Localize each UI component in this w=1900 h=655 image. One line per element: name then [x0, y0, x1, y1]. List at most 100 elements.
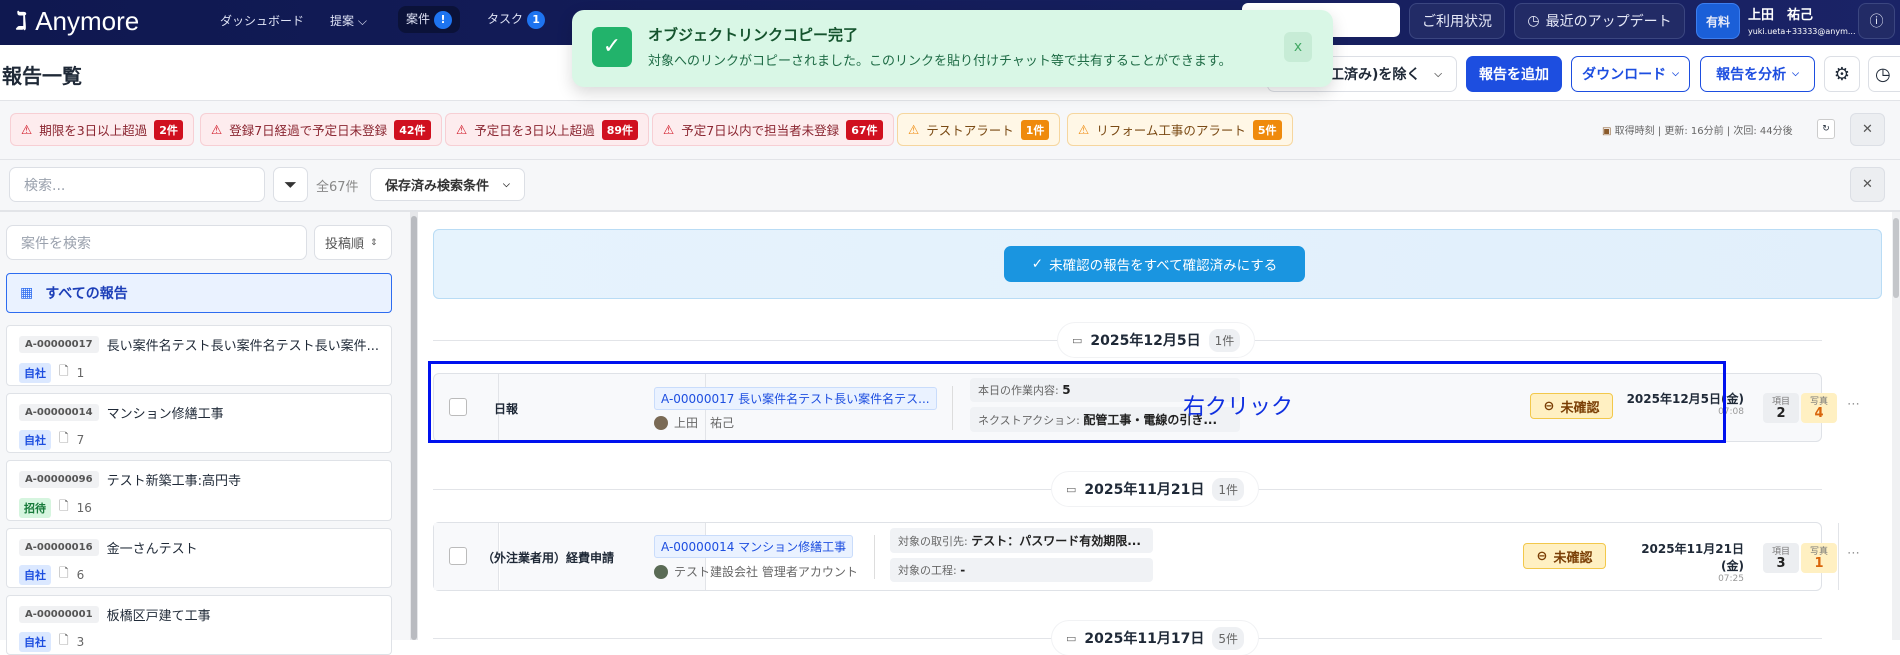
- add-report-button[interactable]: 報告を追加: [1466, 56, 1562, 92]
- close-search-button[interactable]: ✕: [1850, 167, 1885, 202]
- alert-chip[interactable]: ⚠ 予定日を3日以上超過 89件: [445, 113, 649, 146]
- date-group-header: ▭ 2025年11月17日 5件: [1052, 621, 1258, 655]
- report-row[interactable]: （外注業者用）経費申請 A-00000014 マンション修繕工事 テスト建設会社…: [433, 522, 1839, 591]
- toast-message: 対象へのリンクがコピーされました。このリンクを貼り付けチャット等で共有することが…: [648, 54, 1232, 69]
- more-options-button[interactable]: ⋯: [1847, 397, 1860, 412]
- logo-text: Anymore: [35, 6, 140, 36]
- project-card[interactable]: A-00000017 長い案件名テスト長い案件名テスト長い案件... 自社 🗋 1: [6, 325, 392, 386]
- calendar-icon: ▭: [1072, 333, 1083, 347]
- usage-button[interactable]: ご利用状況: [1409, 3, 1505, 39]
- alert-label: 登録7日経過で予定日未登録: [229, 123, 388, 138]
- project-name: テスト新築工事:高円寺: [106, 474, 241, 489]
- grid-icon: ▦: [20, 285, 34, 301]
- main-scrollbar[interactable]: [1892, 212, 1900, 640]
- all-reports-label: すべての報告: [45, 286, 128, 302]
- download-button[interactable]: ダウンロード ⌵: [1571, 56, 1690, 92]
- nav-label: 提案: [330, 14, 355, 28]
- warning-icon: ⚠: [908, 122, 920, 137]
- project-name: 長い案件名テスト長い案件名テスト長い案件...: [106, 339, 379, 354]
- sidebar-scrollbar[interactable]: [410, 212, 418, 640]
- nav-badge: !: [434, 11, 453, 29]
- refresh-button[interactable]: ↻: [1817, 119, 1835, 139]
- right-click-annotation: 右クリック: [1183, 395, 1294, 420]
- warning-icon: ⚠: [456, 122, 468, 137]
- info-button[interactable]: ⓘ: [1858, 3, 1895, 39]
- total-count: 全67件: [316, 180, 359, 195]
- project-link[interactable]: A-00000014 マンション修繕工事: [654, 535, 854, 558]
- nav-projects[interactable]: 案件!: [398, 6, 461, 33]
- project-card[interactable]: A-00000096 テスト新築工事:高円寺 招待 🗋 16: [6, 460, 392, 521]
- toast-close-button[interactable]: x: [1284, 32, 1312, 62]
- alert-chip[interactable]: ⚠ 期限を3日以上超過 2件: [10, 113, 194, 146]
- status-badge[interactable]: ⊖ 未確認: [1523, 543, 1606, 569]
- close-icon: ✕: [1862, 122, 1873, 137]
- avatar: [654, 564, 668, 579]
- field-value: テスト：パスワード有効期限...: [971, 534, 1141, 548]
- photos-count: 写真 4: [1801, 393, 1837, 423]
- close-alerts-button[interactable]: ✕: [1850, 113, 1885, 146]
- project-card[interactable]: A-00000014 マンション修繕工事 自社 🗋 7: [6, 393, 392, 453]
- history-button[interactable]: ◷: [1868, 56, 1900, 92]
- row-checkbox[interactable]: [449, 547, 467, 565]
- nav-badge: 1: [527, 11, 546, 29]
- date-group-header: ▭ 2025年11月21日 1件: [1052, 472, 1258, 506]
- gear-icon: ⚙: [1833, 63, 1851, 85]
- nav-label: タスク: [487, 12, 524, 26]
- project-tag: 招待: [19, 497, 51, 518]
- warning-icon: ⚠: [211, 122, 223, 137]
- filter-button[interactable]: ⏷: [273, 167, 308, 202]
- info-icon: ⓘ: [1869, 14, 1884, 30]
- chevron-down-icon: ⌵: [1434, 68, 1442, 80]
- project-card[interactable]: A-00000001 板橋区戸建て工事 自社 🗋 3: [6, 595, 392, 655]
- project-card[interactable]: A-00000016 金一さんテスト 自社 🗋 6: [6, 528, 392, 588]
- more-options-button[interactable]: ⋯: [1847, 546, 1860, 561]
- saved-search-select[interactable]: 保存済み検索条件 ⌵: [370, 168, 525, 201]
- alert-chip[interactable]: ⚠ テストアラート 1件: [897, 113, 1061, 146]
- user-menu[interactable]: 上田 祐己 yuki.ueta+33333@anym...: [1748, 4, 1856, 36]
- group-count: 1件: [1208, 328, 1241, 352]
- clock-icon: ◷: [1527, 13, 1540, 29]
- logo[interactable]: ℷ Anymore: [16, 6, 139, 37]
- warning-icon: ⚠: [1078, 122, 1090, 137]
- toast-title: オブジェクトリンクコピー完了: [648, 26, 859, 44]
- alert-label: リフォーム工事のアラート: [1096, 123, 1246, 138]
- sort-label: 投稿順: [325, 237, 365, 252]
- alert-chip[interactable]: ⚠ 登録7日経過で予定日未登録 42件: [200, 113, 442, 146]
- project-search-input[interactable]: 案件を検索: [6, 225, 307, 260]
- all-reports-item[interactable]: ▦ すべての報告: [6, 273, 392, 313]
- project-tag: 自社: [19, 564, 51, 585]
- download-label: ダウンロード: [1582, 67, 1667, 83]
- alert-label: 予定日を3日以上超過: [474, 123, 595, 138]
- page-title: 報告一覧: [2, 64, 82, 88]
- refresh-icon: ↻: [1822, 124, 1830, 134]
- alert-chip[interactable]: ⚠ リフォーム工事のアラート 5件: [1067, 113, 1293, 146]
- nav-proposals[interactable]: 提案 ⌵: [330, 12, 367, 29]
- pending-icon: ⊖: [1536, 548, 1548, 564]
- nav-tasks[interactable]: タスク 1: [487, 10, 546, 29]
- analyze-button[interactable]: 報告を分析 ⌵: [1700, 56, 1815, 92]
- sort-select[interactable]: 投稿順 ⇕: [314, 225, 392, 260]
- chevron-down-icon: ⌵: [1792, 69, 1799, 79]
- confirm-all-button[interactable]: ✓ 未確認の報告をすべて確認済みにする: [1004, 246, 1305, 282]
- settings-button[interactable]: ⚙: [1824, 56, 1860, 92]
- project-code: A-00000014: [19, 404, 99, 421]
- group-count: 5件: [1212, 626, 1244, 650]
- nav-dashboard[interactable]: ダッシュボード: [220, 12, 304, 29]
- project-code: A-00000016: [19, 539, 99, 556]
- alert-chip[interactable]: ⚠ 予定7日以内で担当者未登録 67件: [652, 113, 894, 146]
- calendar-icon: ▭: [1066, 482, 1077, 496]
- report-count: 6: [76, 567, 85, 582]
- items-count: 項目 2: [1763, 393, 1799, 423]
- document-icon: 🗋: [59, 499, 69, 513]
- alert-label: テストアラート: [926, 123, 1014, 138]
- project-name: マンション修繕工事: [106, 407, 224, 422]
- plan-badge[interactable]: 有料: [1696, 3, 1740, 39]
- project-tag: 自社: [19, 429, 51, 450]
- project-name: 金一さんテスト: [106, 542, 198, 557]
- document-icon: 🗋: [59, 566, 69, 580]
- project-code: A-00000017: [19, 336, 99, 353]
- author-name: テスト建設会社 管理者アカウント: [674, 565, 858, 579]
- updates-button[interactable]: ◷ 最近のアップデート: [1514, 3, 1685, 39]
- search-input[interactable]: 検索...: [9, 167, 265, 202]
- project-name: 板橋区戸建て工事: [106, 609, 211, 624]
